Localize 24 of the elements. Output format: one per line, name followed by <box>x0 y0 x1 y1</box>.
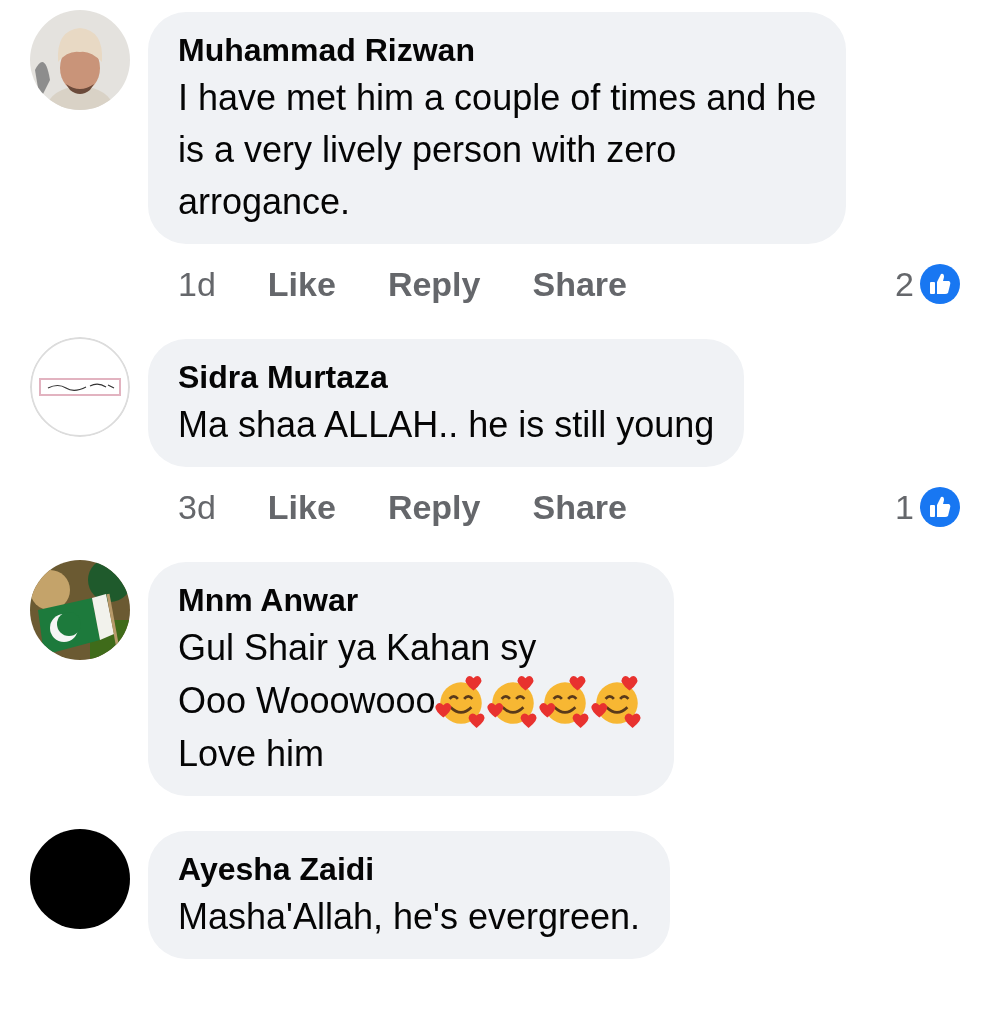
action-link[interactable]: Like <box>267 487 336 527</box>
author-name[interactable]: Sidra Murtaza <box>178 355 388 399</box>
action-link[interactable]: Like <box>267 264 336 304</box>
timestamp: 1d <box>178 264 216 304</box>
action-link[interactable]: Share <box>532 264 627 304</box>
reaction-count[interactable]: 1 <box>895 487 914 527</box>
action-link[interactable]: Share <box>532 487 627 527</box>
reaction-count[interactable]: 2 <box>895 264 914 304</box>
author-name[interactable]: Ayesha Zaidi <box>178 847 375 891</box>
timestamp: 3d <box>178 487 216 527</box>
comment-text: I have met him a couple of times and he <box>178 76 817 120</box>
comment-text: Ma shaa ALLAH.. he is still young <box>178 403 715 447</box>
like-icon <box>920 487 960 527</box>
comment-text: Ooo Wooowooo <box>178 679 436 723</box>
author-name[interactable]: Mnm Anwar <box>178 578 359 622</box>
action-link[interactable]: Reply <box>387 487 481 527</box>
author-name[interactable]: Muhammad Rizwan <box>178 28 475 72</box>
comment-text: Masha'Allah, he's evergreen. <box>178 895 640 939</box>
like-icon <box>920 264 960 304</box>
action-link[interactable]: Reply <box>387 264 481 304</box>
comment-text: Gul Shair ya Kahan sy <box>178 626 537 670</box>
comment-text: Love him <box>178 732 325 776</box>
comment-text: is a very lively person with zero <box>178 128 677 172</box>
comment-text: arrogance. <box>178 180 351 224</box>
